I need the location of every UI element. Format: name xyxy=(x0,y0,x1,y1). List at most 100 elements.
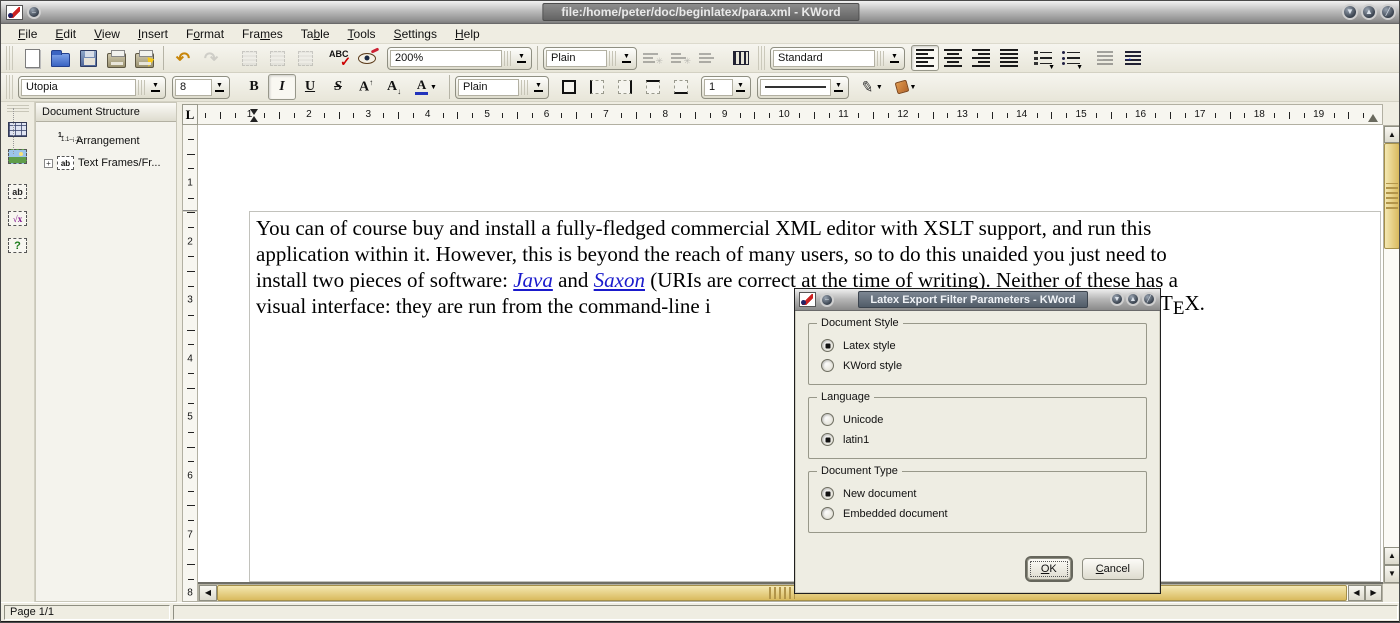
italic-button[interactable]: I xyxy=(268,74,296,100)
background-color-button[interactable]: ▼ xyxy=(889,74,923,100)
chevron-down-icon[interactable]: ▼ xyxy=(887,50,902,67)
font-size-value[interactable]: 8 xyxy=(175,79,212,96)
radio-new-document[interactable]: New document xyxy=(809,484,1146,504)
radio-icon[interactable] xyxy=(821,413,834,426)
undo-button[interactable]: ↶ xyxy=(169,45,197,71)
cut-button[interactable] xyxy=(235,45,263,71)
chevron-down-icon[interactable]: ▼ xyxy=(212,79,227,96)
radio-icon[interactable] xyxy=(821,507,834,520)
menu-file[interactable]: File xyxy=(9,25,46,43)
create-style-button[interactable]: ✳ xyxy=(637,45,665,71)
dialog-titlebar[interactable]: – Latex Export Filter Parameters - KWord… xyxy=(795,289,1160,311)
align-left-button[interactable] xyxy=(911,45,939,71)
bold-button[interactable]: B xyxy=(240,74,268,100)
border-style-value[interactable] xyxy=(760,79,831,96)
ok-button[interactable]: OK xyxy=(1027,558,1071,580)
border-outline-button[interactable] xyxy=(555,74,583,100)
style-list-combobox[interactable]: Standard ▼ xyxy=(770,47,905,70)
align-justify-button[interactable] xyxy=(995,45,1023,71)
radio-latex-style[interactable]: Latex style xyxy=(809,336,1146,356)
radio-unicode[interactable]: Unicode xyxy=(809,410,1146,430)
border-color-button[interactable]: ✎ ▼ xyxy=(855,74,889,100)
tree-item-text-frames[interactable]: + ab Text Frames/Fr... xyxy=(44,152,176,174)
document-canvas[interactable]: You can of course buy and install a full… xyxy=(198,125,1383,584)
menu-format[interactable]: Format xyxy=(177,25,233,43)
scroll-down-button[interactable]: ▼ xyxy=(1384,565,1400,583)
menu-view[interactable]: View xyxy=(85,25,129,43)
spellcheck-button[interactable]: ABC✓ xyxy=(325,45,353,71)
chevron-down-icon[interactable]: ▼ xyxy=(1076,64,1083,71)
chevron-down-icon[interactable]: ▼ xyxy=(733,79,748,96)
scroll-up-button[interactable]: ▲ xyxy=(1384,126,1400,143)
chevron-down-icon[interactable]: ▼ xyxy=(430,84,437,91)
frame-borders-button[interactable] xyxy=(727,45,755,71)
radio-kword-style[interactable]: KWord style xyxy=(809,356,1146,376)
font-size-combobox[interactable]: 8 ▼ xyxy=(172,76,230,99)
vertical-scrollbar-thumb[interactable] xyxy=(1384,143,1400,249)
border-left-button[interactable] xyxy=(583,74,611,100)
new-document-button[interactable] xyxy=(18,45,46,71)
menu-help[interactable]: Help xyxy=(446,25,489,43)
underline-button[interactable]: U xyxy=(296,74,324,100)
font-family-combobox[interactable]: Utopia ▼ xyxy=(18,76,166,99)
java-link[interactable]: Java xyxy=(513,268,553,292)
align-right-button[interactable] xyxy=(967,45,995,71)
insert-object-button[interactable]: ? xyxy=(4,232,32,259)
menu-tools[interactable]: Tools xyxy=(339,25,385,43)
chevron-down-icon[interactable]: ▼ xyxy=(831,79,846,96)
horizontal-scrollbar[interactable]: ◀ ◀ ▶ xyxy=(198,584,1383,602)
insert-formula-button[interactable]: √x xyxy=(4,205,32,232)
chevron-down-icon[interactable]: ▼ xyxy=(619,50,634,67)
border-top-button[interactable] xyxy=(639,74,667,100)
horizontal-scrollbar-thumb[interactable] xyxy=(217,585,1347,601)
print-preview-button[interactable] xyxy=(130,45,158,71)
latex-export-dialog[interactable]: – Latex Export Filter Parameters - KWord… xyxy=(794,288,1161,594)
menu-insert[interactable]: Insert xyxy=(129,25,177,43)
insert-picture-button[interactable] xyxy=(4,143,32,170)
radio-icon[interactable] xyxy=(821,359,834,372)
numbered-list-button[interactable]: ▼ xyxy=(1029,45,1057,71)
minimize-button[interactable]: ▼ xyxy=(1342,4,1358,20)
open-button[interactable] xyxy=(46,45,74,71)
menu-settings[interactable]: Settings xyxy=(385,25,446,43)
toolbar-handle[interactable] xyxy=(6,46,15,70)
menu-table[interactable]: Table xyxy=(292,25,339,43)
zoom-combobox[interactable]: 200% ▼ xyxy=(387,47,532,70)
print-button[interactable] xyxy=(102,45,130,71)
window-menu-button[interactable]: – xyxy=(27,5,41,19)
radio-latin1[interactable]: latin1 xyxy=(809,430,1146,450)
subscript-button[interactable]: A↓ xyxy=(380,74,408,100)
chevron-down-icon[interactable]: ▼ xyxy=(1048,64,1055,71)
horizontal-ruler[interactable]: 12345678910111213141516171819 xyxy=(198,104,1383,125)
close-button[interactable]: ╱ xyxy=(1142,292,1156,306)
frame-style-combobox[interactable]: Plain ▼ xyxy=(455,76,549,99)
maximize-button[interactable]: ▲ xyxy=(1361,4,1377,20)
toolbar-handle[interactable] xyxy=(6,75,15,99)
vertical-scrollbar[interactable]: ▲ ▲ ▼ xyxy=(1383,125,1400,584)
chevron-down-icon[interactable]: ▼ xyxy=(531,79,546,96)
apply-style-button[interactable] xyxy=(693,45,721,71)
paragraph-style-combobox[interactable]: Plain ▼ xyxy=(543,47,637,70)
menu-frames[interactable]: Frames xyxy=(233,25,292,43)
save-button[interactable] xyxy=(74,45,102,71)
paste-button[interactable] xyxy=(291,45,319,71)
strikethrough-button[interactable]: S xyxy=(324,74,352,100)
radio-selected-icon[interactable] xyxy=(821,339,834,352)
vertical-ruler[interactable]: 12345678 xyxy=(182,125,198,602)
right-indent-marker[interactable] xyxy=(1368,114,1378,122)
toolbar-handle[interactable] xyxy=(7,105,29,112)
scroll-right-button[interactable]: ▶ xyxy=(1365,585,1382,601)
border-right-button[interactable] xyxy=(611,74,639,100)
autocorrection-button[interactable] xyxy=(353,45,381,71)
border-bottom-button[interactable] xyxy=(667,74,695,100)
increase-indent-button[interactable]: → xyxy=(1119,45,1147,71)
maximize-button[interactable]: ▲ xyxy=(1126,292,1140,306)
paragraph-style-value[interactable]: Plain xyxy=(546,50,607,67)
copy-button[interactable] xyxy=(263,45,291,71)
update-style-button[interactable]: ✳ xyxy=(665,45,693,71)
radio-embedded-document[interactable]: Embedded document xyxy=(809,504,1146,524)
scroll-left-button[interactable]: ◀ xyxy=(1348,585,1365,601)
window-menu-button[interactable]: – xyxy=(820,293,834,307)
scroll-up-button[interactable]: ▲ xyxy=(1384,547,1400,565)
superscript-button[interactable]: A↑ xyxy=(352,74,380,100)
